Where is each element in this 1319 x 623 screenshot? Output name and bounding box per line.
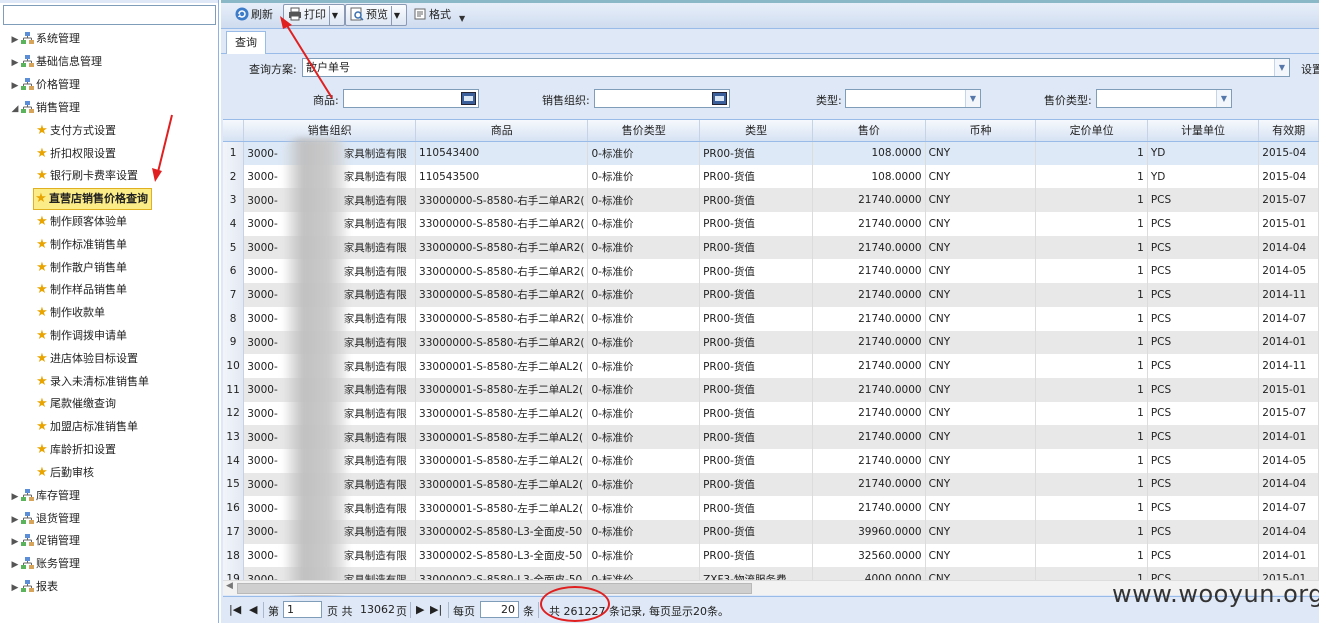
arrow-head	[152, 168, 162, 182]
annotation-arrows	[152, 16, 333, 182]
watermark: www.wooyun.org	[1112, 580, 1319, 608]
annotation-circle	[540, 586, 610, 622]
arrow-to-menu-item	[157, 114, 173, 173]
arrow-to-refresh	[285, 23, 333, 99]
arrow-head	[280, 16, 292, 29]
